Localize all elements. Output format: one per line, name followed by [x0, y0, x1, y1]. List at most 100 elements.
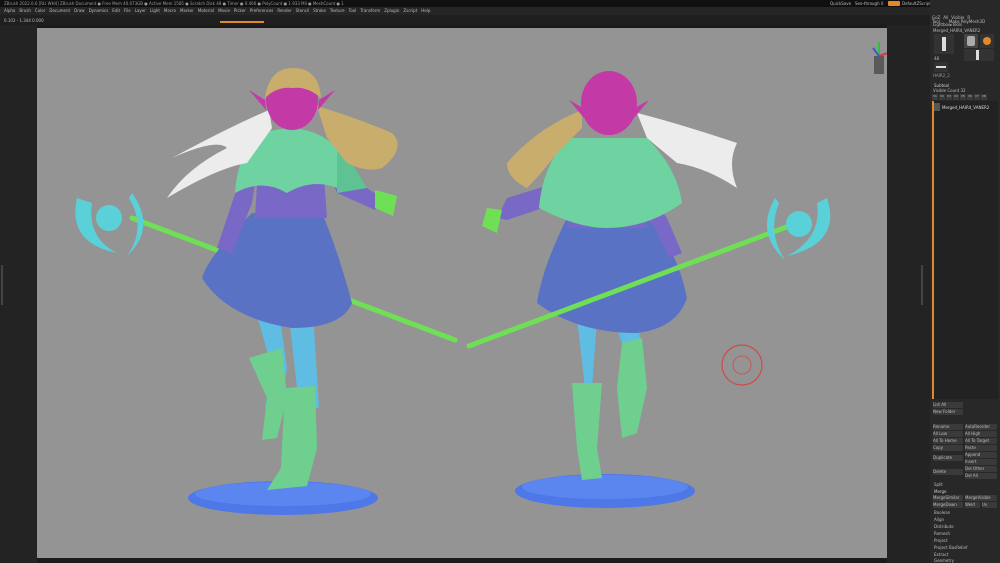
canvas-viewport[interactable] — [37, 28, 887, 558]
delete-button[interactable]: Delete — [933, 469, 963, 475]
merge-section[interactable]: Merge — [934, 489, 947, 494]
visible-count: Visible Count 32 — [933, 88, 966, 93]
left-tray[interactable] — [0, 25, 37, 563]
menu-item-picker[interactable]: Picker — [234, 8, 246, 13]
menu-item-dynamics[interactable]: Dynamics — [89, 8, 109, 13]
autoreorder-button[interactable]: AutoReorder — [965, 424, 997, 430]
front-ear-left — [249, 90, 266, 110]
subtool-list[interactable]: Merged_HAIR4_VANER2 — [932, 101, 998, 399]
navigation-gizmo-icon — [872, 42, 887, 74]
menu-item-render[interactable]: Render — [277, 8, 291, 13]
r-button[interactable]: R — [967, 15, 970, 21]
boolean-section[interactable]: Boolean — [934, 510, 950, 515]
menu-item-transform[interactable]: Transform — [360, 8, 380, 13]
uv-button[interactable]: Uv — [982, 502, 997, 508]
subtool-tab-v7[interactable]: V7 — [973, 94, 980, 100]
merge-down-button[interactable]: MergeDown — [933, 502, 963, 508]
tool-thumbnail[interactable] — [980, 34, 994, 48]
duplicate-button[interactable]: Duplicate — [933, 455, 963, 461]
menu-item-zplugin[interactable]: Zplugin — [384, 8, 399, 13]
rename-button[interactable]: Rename — [933, 424, 963, 430]
subtool-tab-v4[interactable]: V4 — [952, 94, 959, 100]
menu-item-color[interactable]: Color — [35, 8, 45, 13]
copy-button[interactable]: Copy — [933, 445, 963, 451]
del-all-button[interactable]: Del All — [965, 473, 997, 479]
goz-button[interactable]: GoZ — [932, 15, 940, 21]
lightbox-tools-button[interactable]: Lightbox▸Tools — [933, 22, 962, 27]
all-to-home-button[interactable]: All To Home — [933, 438, 963, 444]
menu-item-marker[interactable]: Marker — [180, 8, 194, 13]
coordinate-readout: 0.103 - 1.344 0.000 — [4, 18, 44, 23]
menu-item-alpha[interactable]: Alpha — [4, 8, 15, 13]
back-hand-left — [482, 208, 502, 233]
menu-item-document[interactable]: Document — [49, 8, 70, 13]
insert-button[interactable]: Insert — [965, 459, 997, 465]
subtool-tab-v8[interactable]: V8 — [980, 94, 987, 100]
project-basrelief-section[interactable]: Project BasRelief — [934, 545, 967, 550]
menu-item-macro[interactable]: Macro — [164, 8, 176, 13]
title-bar: ZBrush 2022.0.6 [RLI WH4] ZBrush Documen… — [0, 0, 1000, 17]
extra-thumb-label: HAIR2_2 — [933, 73, 950, 78]
all-high-button[interactable]: All High — [965, 431, 997, 437]
project-section[interactable]: Project — [934, 538, 948, 543]
subtool-list-tabs: V1 V2 V3 V4 V5 V6 V7 V8 — [932, 94, 998, 100]
menus-toggle[interactable]: Menus — [888, 1, 900, 17]
menu-item-material[interactable]: Material — [198, 8, 214, 13]
default-zscript-button[interactable]: DefaultZScript — [902, 1, 931, 6]
simple-brush-thumb-icon — [983, 37, 991, 45]
extract-section[interactable]: Extract — [934, 552, 948, 557]
append-button[interactable]: Append — [965, 452, 997, 458]
back-cape — [539, 138, 682, 228]
hair-thumb-icon — [936, 66, 946, 68]
align-section[interactable]: Align — [934, 517, 944, 522]
menu-item-texture[interactable]: Texture — [330, 8, 345, 13]
model-render[interactable] — [37, 28, 887, 558]
tool-thumbnail[interactable] — [934, 34, 954, 54]
weld-button[interactable]: Weld — [965, 502, 980, 508]
front-staff-orb — [96, 205, 122, 231]
menu-item-stroke[interactable]: Stroke — [313, 8, 326, 13]
subtool-tab-v3[interactable]: V3 — [945, 94, 952, 100]
paste-button[interactable]: Paste — [965, 445, 997, 451]
subtool-item[interactable]: Merged_HAIR4_VANER2 — [942, 105, 989, 110]
subtool-tab-v2[interactable]: V2 — [938, 94, 945, 100]
menu-item-brush[interactable]: Brush — [19, 8, 31, 13]
list-all-button[interactable]: List All — [933, 402, 963, 408]
quicksave-button[interactable]: QuickSave — [830, 1, 851, 6]
del-other-button[interactable]: Del Other — [965, 466, 997, 472]
menu-item-draw[interactable]: Draw — [74, 8, 84, 13]
all-to-target-button[interactable]: All To Target — [965, 438, 997, 444]
menu-item-preferences[interactable]: Preferences — [250, 8, 274, 13]
tool-thumbnail[interactable] — [964, 49, 994, 61]
split-section[interactable]: Split — [934, 482, 943, 487]
tool-thumbnail[interactable] — [964, 34, 978, 48]
all-button[interactable]: All — [943, 15, 948, 21]
geometry-section[interactable]: Geometry — [934, 558, 954, 563]
remesh-section[interactable]: Remesh — [934, 531, 950, 536]
menu-item-file[interactable]: File — [124, 8, 131, 13]
see-through-slider[interactable]: See-through 0 — [855, 1, 883, 6]
merge-visible-button[interactable]: MergeVisible — [965, 495, 997, 501]
menu-item-movie[interactable]: Movie — [218, 8, 230, 13]
tray-handle-icon[interactable] — [921, 265, 923, 305]
subtool-tab-v6[interactable]: V6 — [966, 94, 973, 100]
menu-item-stencil[interactable]: Stencil — [296, 8, 310, 13]
menu-item-edit[interactable]: Edit — [112, 8, 120, 13]
subtool-active-marker — [932, 101, 934, 399]
tool-thumbnail[interactable] — [934, 62, 948, 72]
subtool-tab-v5[interactable]: V5 — [959, 94, 966, 100]
tray-handle-icon[interactable] — [1, 265, 3, 305]
distribute-section[interactable]: Distribute — [934, 524, 954, 529]
visible-button[interactable]: Visible — [951, 15, 964, 21]
menu-item-help[interactable]: Help — [421, 8, 430, 13]
merge-similar-button[interactable]: MergeSimilar — [933, 495, 963, 501]
menu-item-layer[interactable]: Layer — [135, 8, 146, 13]
subtool-tab-v1[interactable]: V1 — [932, 94, 938, 100]
menu-item-zscript[interactable]: Zscript — [403, 8, 417, 13]
subtool-item-icon — [934, 103, 940, 111]
right-tray[interactable] — [887, 25, 930, 563]
all-low-button[interactable]: All Low — [933, 431, 963, 437]
menu-item-tool[interactable]: Tool — [349, 8, 357, 13]
new-folder-button[interactable]: New Folder — [933, 409, 963, 415]
menu-item-light[interactable]: Light — [150, 8, 160, 13]
